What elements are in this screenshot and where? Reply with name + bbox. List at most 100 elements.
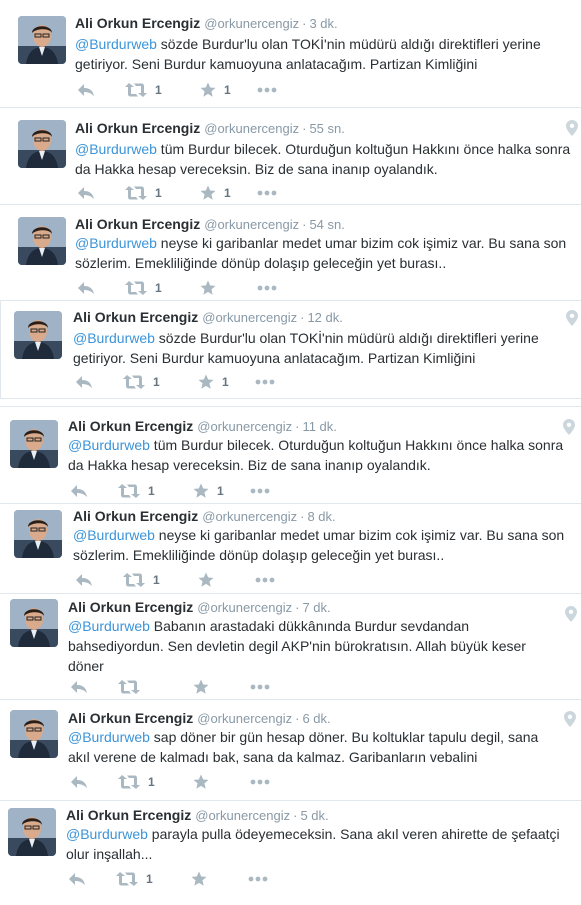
avatar[interactable]: [10, 420, 58, 468]
more-button[interactable]: [257, 81, 277, 99]
tweet-time[interactable]: 7 dk.: [302, 600, 330, 615]
reply-button[interactable]: [70, 678, 88, 696]
mention-link[interactable]: @Burdurweb: [73, 527, 155, 543]
tweet-card[interactable]: Ali Orkun Ercengiz @orkunercengiz · 7 dk. @…: [0, 594, 581, 700]
retweet-button[interactable]: 1: [125, 81, 162, 99]
tweet-time[interactable]: 55 sn.: [309, 121, 344, 136]
mention-link[interactable]: @Burdurweb: [75, 235, 157, 251]
avatar[interactable]: [8, 808, 56, 856]
avatar[interactable]: [14, 311, 62, 359]
favorite-button[interactable]: 1: [198, 373, 229, 391]
mention-link[interactable]: @Burdurweb: [68, 729, 150, 745]
reply-button[interactable]: [75, 571, 93, 589]
tweet-header: Ali Orkun Ercengiz @orkunercengiz · 5 dk.: [66, 806, 329, 825]
favorite-button[interactable]: 1: [200, 184, 231, 202]
tweet-header: Ali Orkun Ercengiz @orkunercengiz · 7 dk.: [68, 598, 331, 617]
more-button[interactable]: [257, 184, 277, 202]
reply-button[interactable]: [68, 870, 86, 888]
user-name[interactable]: Ali Orkun Ercengiz: [75, 216, 200, 232]
avatar[interactable]: [18, 120, 66, 168]
mention-link[interactable]: @Burdurweb: [75, 36, 157, 52]
favorite-button[interactable]: [191, 870, 207, 888]
tweet-card[interactable]: Ali Orkun Ercengiz @orkunercengiz · 6 dk. @…: [0, 700, 581, 801]
mention-link[interactable]: @Burdurweb: [68, 437, 150, 453]
avatar[interactable]: [10, 710, 58, 758]
mention-link[interactable]: @Burdurweb: [73, 330, 155, 346]
tweet-time[interactable]: 6 dk.: [302, 711, 330, 726]
user-name[interactable]: Ali Orkun Ercengiz: [73, 309, 198, 325]
favorite-button[interactable]: [193, 773, 209, 791]
reply-button[interactable]: [77, 279, 95, 297]
tweet-time[interactable]: 8 dk.: [307, 509, 335, 524]
mention-link[interactable]: @Burdurweb: [75, 141, 157, 157]
favorite-button[interactable]: [200, 279, 216, 297]
reply-button[interactable]: [77, 81, 95, 99]
location-pin-icon[interactable]: [565, 606, 577, 622]
user-name[interactable]: Ali Orkun Ercengiz: [68, 710, 193, 726]
user-handle[interactable]: @orkunercengiz: [202, 310, 297, 325]
favorite-button[interactable]: [193, 678, 209, 696]
retweet-button[interactable]: 1: [116, 870, 153, 888]
mention-link[interactable]: @Burdurweb: [66, 826, 148, 842]
reply-button[interactable]: [70, 482, 88, 500]
retweet-button[interactable]: [118, 678, 140, 696]
more-button[interactable]: [255, 373, 275, 391]
location-pin-icon[interactable]: [564, 711, 576, 727]
avatar[interactable]: [10, 599, 58, 647]
tweet-card[interactable]: Ali Orkun Ercengiz @orkunercengiz · 12 dk. …: [0, 301, 581, 399]
user-handle[interactable]: @orkunercengiz: [204, 217, 299, 232]
user-name[interactable]: Ali Orkun Ercengiz: [68, 418, 193, 434]
user-name[interactable]: Ali Orkun Ercengiz: [75, 15, 200, 31]
tweet-actions: 1: [68, 870, 288, 888]
user-handle[interactable]: @orkunercengiz: [202, 509, 297, 524]
retweet-button[interactable]: 1: [125, 279, 162, 297]
retweet-button[interactable]: 1: [123, 373, 160, 391]
favorite-button[interactable]: 1: [200, 81, 231, 99]
tweet-time[interactable]: 54 sn.: [309, 217, 344, 232]
reply-button[interactable]: [70, 773, 88, 791]
more-button[interactable]: [250, 678, 270, 696]
user-name[interactable]: Ali Orkun Ercengiz: [75, 120, 200, 136]
more-button[interactable]: [250, 482, 270, 500]
tweet-card[interactable]: Ali Orkun Ercengiz @orkunercengiz · 8 dk. @…: [0, 504, 581, 594]
tweet-card[interactable]: Ali Orkun Ercengiz @orkunercengiz · 5 dk. @…: [0, 801, 581, 905]
more-button[interactable]: [250, 773, 270, 791]
tweet-time[interactable]: 3 dk.: [309, 16, 337, 31]
retweet-button[interactable]: 1: [125, 184, 162, 202]
user-name[interactable]: Ali Orkun Ercengiz: [73, 508, 198, 524]
avatar[interactable]: [18, 16, 66, 64]
favorite-button[interactable]: 1: [193, 482, 224, 500]
more-button[interactable]: [248, 870, 268, 888]
reply-button[interactable]: [77, 184, 95, 202]
retweet-button[interactable]: 1: [118, 773, 155, 791]
user-handle[interactable]: @orkunercengiz: [197, 419, 292, 434]
user-handle[interactable]: @orkunercengiz: [195, 808, 290, 823]
avatar[interactable]: [14, 510, 62, 558]
user-handle[interactable]: @orkunercengiz: [197, 600, 292, 615]
user-name[interactable]: Ali Orkun Ercengiz: [68, 599, 193, 615]
retweet-button[interactable]: 1: [118, 482, 155, 500]
tweet-time[interactable]: 5 dk.: [300, 808, 328, 823]
location-pin-icon[interactable]: [563, 419, 575, 435]
tweet-time[interactable]: 12 dk.: [307, 310, 342, 325]
tweet-card[interactable]: Ali Orkun Ercengiz @orkunercengiz · 3 dk. @…: [0, 0, 581, 108]
avatar[interactable]: [18, 217, 66, 265]
tweet-text: @Burdurweb tüm Burdur bilecek. Oturduğun…: [75, 139, 580, 179]
tweet-card[interactable]: Ali Orkun Ercengiz @orkunercengiz · 11 dk. …: [0, 408, 581, 504]
location-pin-icon[interactable]: [566, 120, 578, 136]
reply-button[interactable]: [75, 373, 93, 391]
retweet-button[interactable]: 1: [123, 571, 160, 589]
tweet-card[interactable]: Ali Orkun Ercengiz @orkunercengiz · 55 sn. …: [0, 108, 581, 205]
more-button[interactable]: [255, 571, 275, 589]
favorite-button[interactable]: [198, 571, 214, 589]
more-button[interactable]: [257, 279, 277, 297]
mention-link[interactable]: @Burdurweb: [68, 618, 150, 634]
user-handle[interactable]: @orkunercengiz: [204, 16, 299, 31]
tweet-time[interactable]: 11 dk.: [302, 419, 336, 434]
separator-dot: ·: [302, 121, 307, 136]
user-name[interactable]: Ali Orkun Ercengiz: [66, 807, 191, 823]
tweet-card[interactable]: Ali Orkun Ercengiz @orkunercengiz · 54 sn. …: [0, 205, 581, 301]
user-handle[interactable]: @orkunercengiz: [197, 711, 292, 726]
user-handle[interactable]: @orkunercengiz: [204, 121, 299, 136]
location-pin-icon[interactable]: [566, 310, 578, 326]
